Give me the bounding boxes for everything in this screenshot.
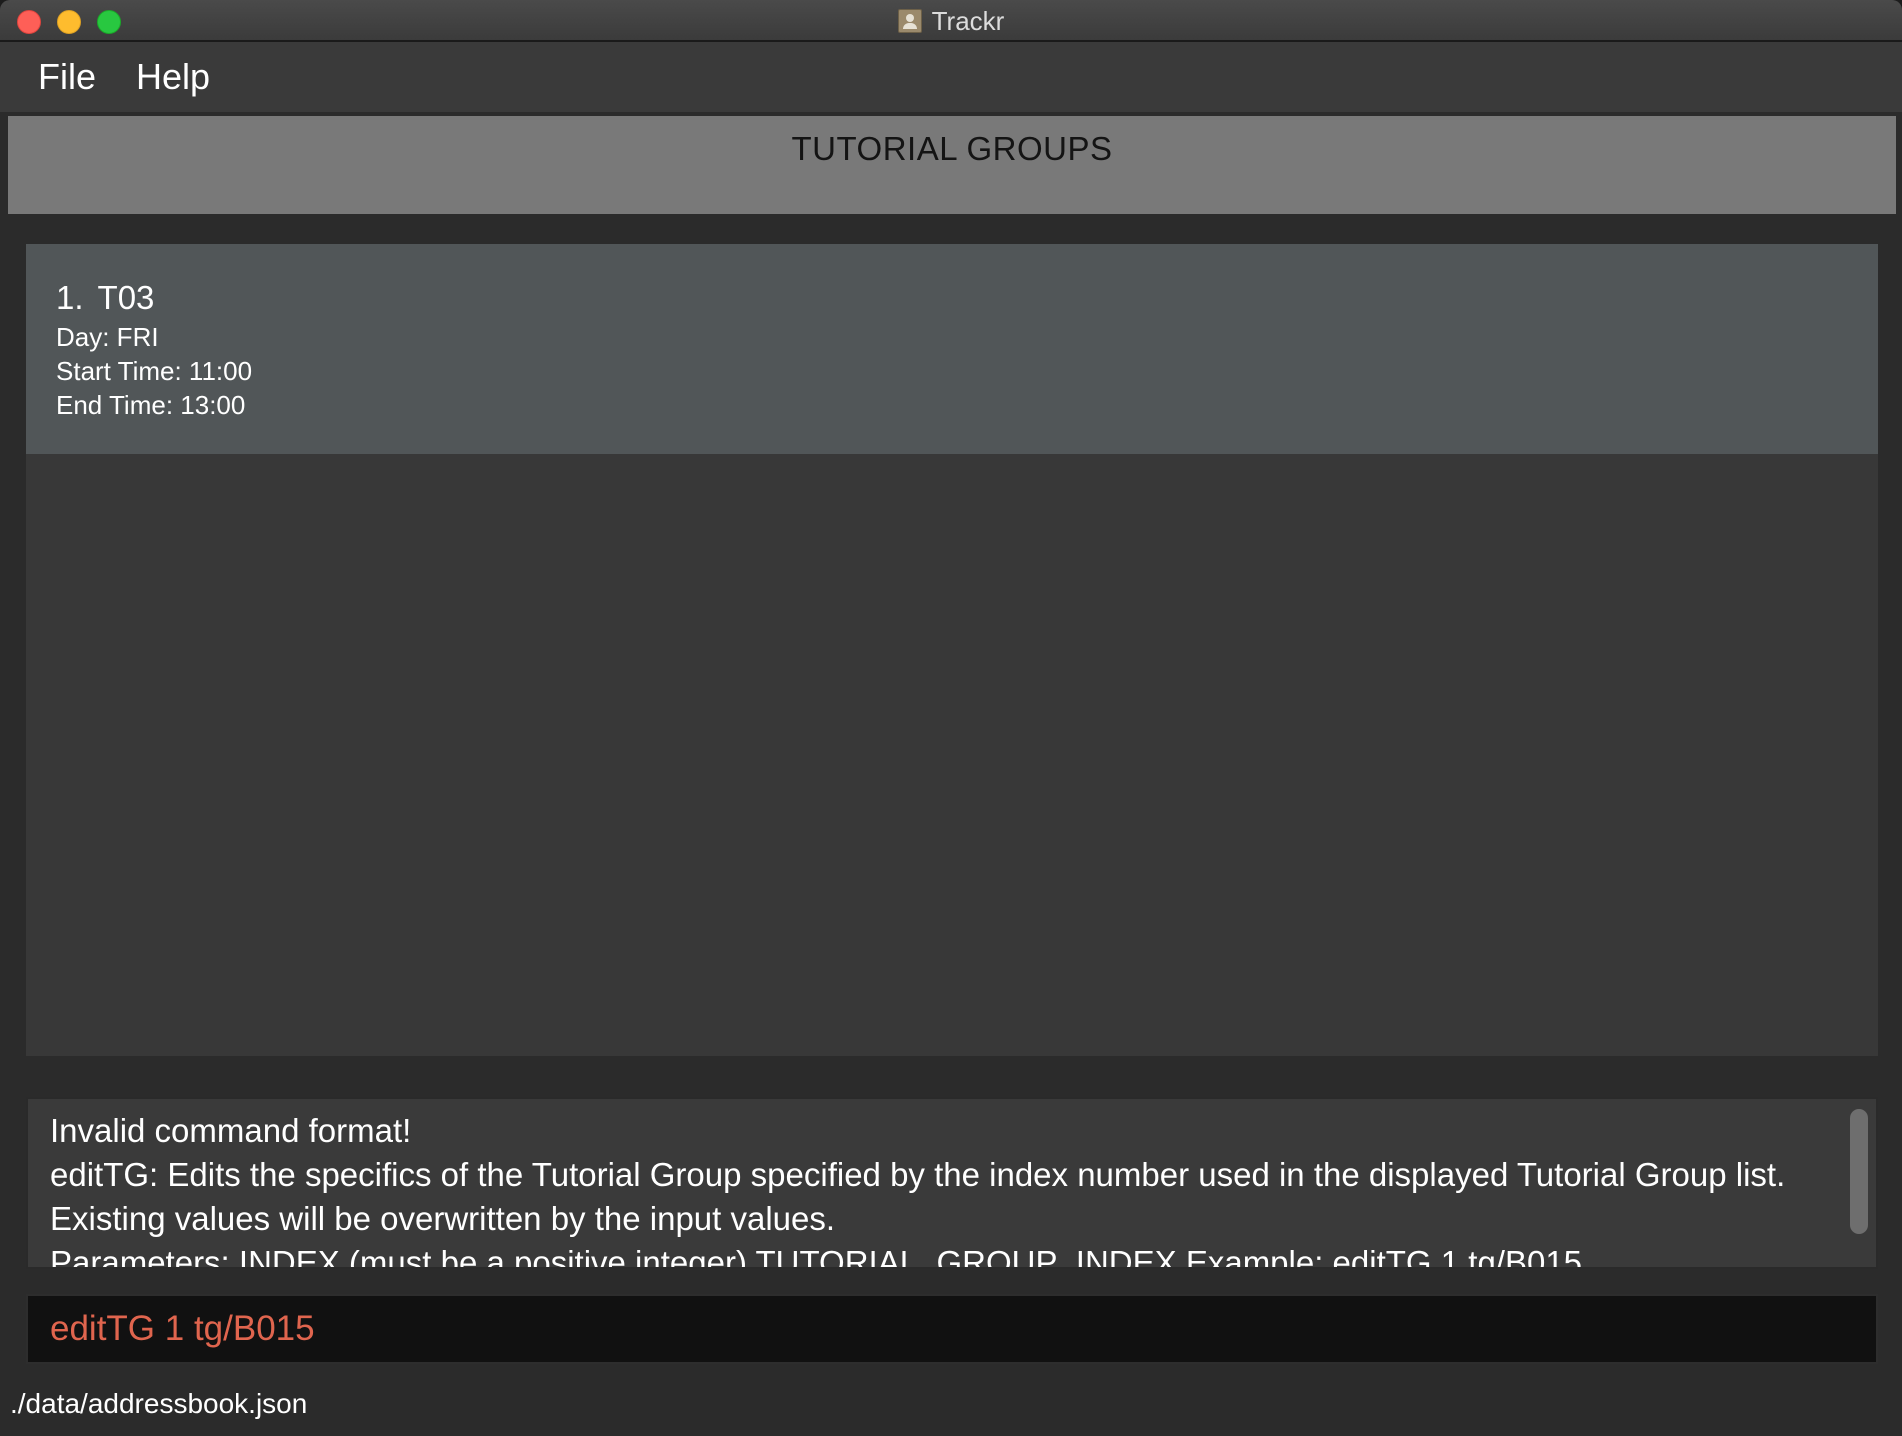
person-icon	[897, 9, 922, 33]
command-box[interactable]	[26, 1294, 1878, 1364]
list-item-start-time: Start Time: 11:00	[56, 356, 253, 386]
result-scrollbar[interactable]	[1850, 1109, 1868, 1234]
result-display[interactable]: Invalid command format! editTG: Edits th…	[26, 1097, 1878, 1269]
command-input[interactable]	[50, 1296, 1856, 1362]
panel-header: TUTORIAL GROUPS	[8, 116, 1896, 214]
list-item-index: 1.	[56, 279, 84, 316]
tutorial-group-list[interactable]: 1. T03 Day: FRI Start Time: 11:00 End Tim…	[26, 244, 1878, 1056]
panel-title: TUTORIAL GROUPS	[791, 130, 1113, 167]
result-text: Invalid command format! editTG: Edits th…	[50, 1112, 1786, 1269]
list-item-end-time: End Time: 13:00	[56, 390, 246, 420]
list-item-name: T03	[97, 279, 155, 316]
list-item-day: Day: FRI	[56, 322, 159, 352]
window-title: Trackr	[931, 5, 1005, 36]
list-item-title: 1. T03	[56, 278, 1878, 318]
title-bar[interactable]: Trackr	[0, 0, 1902, 42]
menu-file[interactable]: File	[38, 56, 96, 98]
list-item[interactable]: 1. T03 Day: FRI Start Time: 11:00 End Tim…	[26, 244, 1878, 454]
status-bar-path: ./data/addressbook.json	[10, 1388, 308, 1419]
menu-help[interactable]: Help	[136, 56, 210, 98]
app-window: Trackr File Help TUTORIAL GROUPS 1. T03 D…	[0, 0, 1902, 1436]
window-title-group: Trackr	[0, 0, 1902, 42]
menu-bar: File Help	[0, 42, 1902, 112]
